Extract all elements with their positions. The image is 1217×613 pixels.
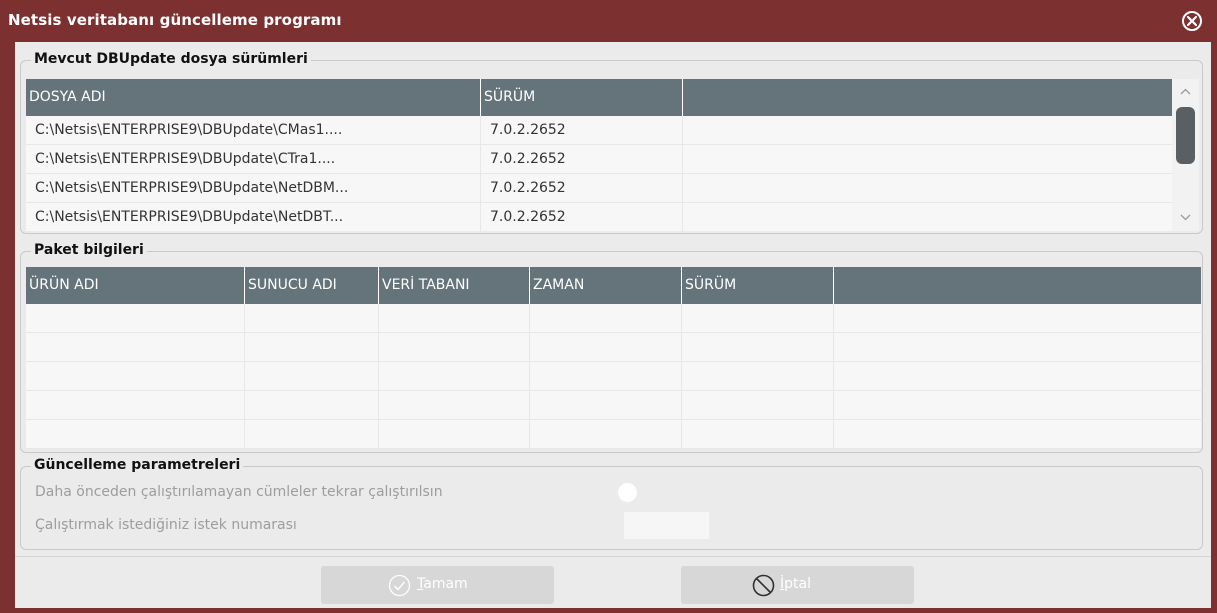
table-row[interactable] bbox=[26, 333, 1201, 362]
check-circle-icon bbox=[388, 574, 411, 597]
cancel-label-rest: ptal bbox=[784, 576, 811, 592]
empty-cell bbox=[245, 391, 379, 419]
dialog-window: Netsis veritabanı güncelleme programı Me… bbox=[0, 0, 1217, 613]
empty-cell bbox=[682, 420, 834, 448]
files-scrollbar[interactable] bbox=[1172, 79, 1199, 231]
files-table-header: DOSYA ADI SÜRÜM bbox=[26, 79, 1172, 116]
window-title: Netsis veritabanı güncelleme programı bbox=[8, 11, 342, 29]
files-table-rows: C:\Netsis\ENTERPRISE9\DBUpdate\CMas1....… bbox=[26, 116, 1172, 231]
empty-cell bbox=[682, 391, 834, 419]
request-number-label: Çalıştırmak istediğiniz istek numarası bbox=[35, 517, 297, 533]
rerun-toggle[interactable] bbox=[618, 483, 637, 502]
column-header-database[interactable]: VERİ TABANI bbox=[379, 267, 530, 304]
empty-cell bbox=[245, 420, 379, 448]
scroll-up-icon[interactable] bbox=[1180, 88, 1191, 95]
column-header-time[interactable]: ZAMAN bbox=[530, 267, 682, 304]
ok-button-label: Tamam bbox=[417, 576, 468, 592]
package-group-title: Paket bilgileri bbox=[31, 241, 147, 259]
column-header-empty bbox=[834, 267, 1201, 304]
empty-cell bbox=[26, 391, 245, 419]
empty-cell bbox=[682, 333, 834, 361]
empty-cell bbox=[26, 420, 245, 448]
package-group: Paket bilgileri ÜRÜN ADI SUNUCU ADI VERİ… bbox=[20, 241, 1203, 453]
file-version-cell: 7.0.2.2652 bbox=[481, 116, 683, 144]
files-table: DOSYA ADI SÜRÜM C:\Netsis\ENTERPRISE9\DB… bbox=[26, 79, 1172, 231]
scrollbar-thumb[interactable] bbox=[1176, 107, 1195, 164]
empty-cell bbox=[530, 420, 682, 448]
dialog-body: Mevcut DBUpdate dosya sürümleri DOSYA AD… bbox=[15, 42, 1211, 608]
empty-cell bbox=[245, 304, 379, 332]
file-name-cell: C:\Netsis\ENTERPRISE9\DBUpdate\NetDBT... bbox=[26, 203, 481, 231]
empty-cell bbox=[530, 333, 682, 361]
ok-button[interactable]: Tamam bbox=[321, 566, 554, 604]
empty-cell bbox=[379, 391, 530, 419]
cancel-button-label: İptal bbox=[780, 576, 811, 592]
empty-cell bbox=[379, 362, 530, 390]
files-group: Mevcut DBUpdate dosya sürümleri DOSYA AD… bbox=[20, 50, 1203, 234]
empty-cell bbox=[682, 304, 834, 332]
column-header-version[interactable]: SÜRÜM bbox=[481, 79, 683, 116]
request-number-field[interactable] bbox=[624, 512, 709, 539]
close-icon[interactable] bbox=[1181, 10, 1203, 32]
package-table: ÜRÜN ADI SUNUCU ADI VERİ TABANI ZAMAN SÜ… bbox=[26, 267, 1201, 449]
table-row[interactable] bbox=[26, 391, 1201, 420]
table-row[interactable]: C:\Netsis\ENTERPRISE9\DBUpdate\CTra1....… bbox=[26, 145, 1172, 174]
table-row[interactable] bbox=[26, 304, 1201, 333]
file-name-cell: C:\Netsis\ENTERPRISE9\DBUpdate\NetDBM... bbox=[26, 174, 481, 202]
empty-cell bbox=[26, 304, 245, 332]
column-header-empty bbox=[683, 79, 1172, 116]
empty-cell bbox=[530, 391, 682, 419]
empty-cell bbox=[530, 362, 682, 390]
empty-cell bbox=[379, 333, 530, 361]
cancel-button[interactable]: İptal bbox=[681, 566, 914, 604]
package-table-rows bbox=[26, 304, 1201, 449]
title-bar: Netsis veritabanı güncelleme programı bbox=[0, 0, 1217, 42]
params-group-title: Güncelleme parametreleri bbox=[31, 456, 244, 474]
ok-label-rest: amam bbox=[423, 576, 468, 592]
file-version-cell: 7.0.2.2652 bbox=[481, 174, 683, 202]
prohibited-icon bbox=[752, 574, 775, 597]
divider bbox=[15, 556, 1211, 557]
empty-cell bbox=[245, 362, 379, 390]
table-row[interactable]: C:\Netsis\ENTERPRISE9\DBUpdate\CMas1....… bbox=[26, 116, 1172, 145]
empty-cell bbox=[682, 362, 834, 390]
column-header-product-name[interactable]: ÜRÜN ADI bbox=[26, 267, 245, 304]
scroll-down-icon[interactable] bbox=[1180, 214, 1191, 221]
table-row[interactable] bbox=[26, 362, 1201, 391]
empty-cell bbox=[379, 304, 530, 332]
empty-cell bbox=[26, 333, 245, 361]
table-row[interactable]: C:\Netsis\ENTERPRISE9\DBUpdate\NetDBT...… bbox=[26, 203, 1172, 231]
empty-cell bbox=[245, 333, 379, 361]
column-header-version[interactable]: SÜRÜM bbox=[682, 267, 834, 304]
rerun-label: Daha önceden çalıştırılamayan cümleler t… bbox=[35, 484, 443, 500]
empty-cell bbox=[379, 420, 530, 448]
params-group: Güncelleme parametreleri Daha önceden ça… bbox=[20, 456, 1203, 550]
table-row[interactable]: C:\Netsis\ENTERPRISE9\DBUpdate\NetDBM...… bbox=[26, 174, 1172, 203]
empty-cell bbox=[26, 362, 245, 390]
column-header-server-name[interactable]: SUNUCU ADI bbox=[245, 267, 379, 304]
file-version-cell: 7.0.2.2652 bbox=[481, 203, 683, 231]
empty-cell bbox=[530, 304, 682, 332]
files-group-title: Mevcut DBUpdate dosya sürümleri bbox=[31, 50, 311, 68]
column-header-file-name[interactable]: DOSYA ADI bbox=[26, 79, 481, 116]
file-version-cell: 7.0.2.2652 bbox=[481, 145, 683, 173]
file-name-cell: C:\Netsis\ENTERPRISE9\DBUpdate\CMas1.... bbox=[26, 116, 481, 144]
file-name-cell: C:\Netsis\ENTERPRISE9\DBUpdate\CTra1.... bbox=[26, 145, 481, 173]
package-table-header: ÜRÜN ADI SUNUCU ADI VERİ TABANI ZAMAN SÜ… bbox=[26, 267, 1201, 304]
table-row[interactable] bbox=[26, 420, 1201, 449]
